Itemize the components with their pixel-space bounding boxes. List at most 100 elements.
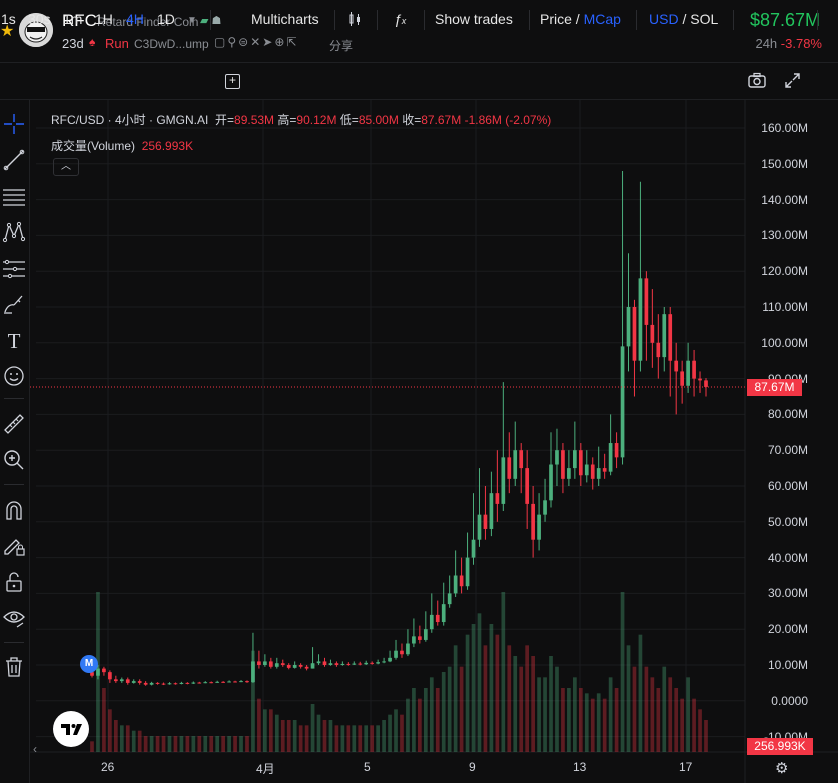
volume-bar	[370, 725, 375, 752]
tradingview-logo[interactable]	[53, 711, 89, 747]
y-tick-label: 100.00M	[761, 335, 808, 350]
candle-body	[680, 371, 685, 386]
search-icon[interactable]: ⚲	[227, 35, 238, 49]
low-value: 85.00M	[358, 113, 399, 127]
x-icon[interactable]: ✕	[250, 35, 262, 49]
volume-bar	[644, 666, 649, 752]
interval-1m[interactable]: 1m	[63, 11, 82, 27]
scroll-left-icon[interactable]: ‹	[33, 742, 37, 756]
unlock-icon[interactable]	[1, 570, 27, 596]
volume-bar	[161, 736, 166, 752]
crosshair-icon[interactable]	[1, 112, 27, 138]
volume-bar	[203, 736, 208, 752]
magnet-icon[interactable]	[1, 498, 27, 524]
contract-address[interactable]: C3DwD...ump	[134, 37, 209, 51]
volume-bar	[358, 725, 363, 752]
usd-option[interactable]: USD	[649, 11, 679, 27]
candle-body	[507, 457, 512, 479]
volume-bar	[113, 720, 118, 752]
price-option[interactable]: Price	[540, 11, 572, 27]
change-period: 24h	[755, 36, 778, 51]
volume-bar	[102, 688, 106, 752]
candle-body	[280, 663, 285, 665]
camera-icon[interactable]	[748, 72, 766, 91]
candle-body	[119, 679, 124, 682]
volume-bar	[376, 725, 380, 752]
fullscreen-icon[interactable]	[785, 73, 800, 91]
candle-body	[662, 314, 667, 358]
y-tick-label: 110.00M	[762, 300, 808, 314]
candle-body	[447, 593, 452, 605]
fib-lines-icon[interactable]	[1, 184, 27, 210]
share-label[interactable]: 分享	[329, 37, 353, 54]
mcap-option[interactable]: MCap	[584, 11, 621, 27]
volume-bar	[257, 698, 261, 752]
collapse-legend-button[interactable]: ︿	[53, 158, 79, 176]
interval-1h[interactable]: 1H	[95, 11, 113, 27]
text-icon[interactable]: T	[1, 328, 27, 354]
currency-toggle[interactable]: USD / SOL	[649, 11, 718, 27]
sol-option[interactable]: SOL	[690, 11, 718, 27]
candle-body	[567, 468, 571, 479]
share-icon[interactable]: ⇱	[286, 35, 298, 49]
volume-bar	[388, 714, 392, 752]
multicharts-icon[interactable]: +	[225, 74, 240, 89]
indicators-icon[interactable]: ƒx	[394, 11, 406, 27]
open-key: 开=	[215, 113, 235, 127]
volume-bar	[119, 725, 124, 752]
low-key: 低=	[339, 113, 359, 127]
migration-marker-icon[interactable]: M	[80, 655, 98, 673]
zoom-in-icon[interactable]	[1, 448, 27, 474]
volume-bar	[209, 736, 214, 752]
volume-bar	[555, 666, 559, 752]
telegram-icon[interactable]: ➤	[262, 35, 274, 49]
candle-body	[477, 514, 482, 540]
trend-line-icon[interactable]	[1, 148, 27, 174]
candle-body	[692, 360, 696, 379]
candle-body	[137, 681, 142, 683]
candle-body	[608, 443, 613, 472]
price-mcap-toggle[interactable]: Price / MCap	[540, 11, 621, 27]
candle-body	[263, 661, 267, 665]
candle-body	[543, 500, 547, 515]
candle-type-icon[interactable]	[347, 11, 363, 30]
show-trades-button[interactable]: Show trades	[435, 11, 513, 27]
social-icon[interactable]: ⊜	[238, 35, 250, 49]
ruler-icon[interactable]	[1, 412, 27, 438]
interval-1d[interactable]: 1D	[157, 11, 175, 27]
pattern-icon[interactable]	[1, 220, 27, 246]
forecast-icon[interactable]	[1, 256, 27, 282]
candle-body	[310, 663, 315, 669]
candle-body	[149, 682, 154, 685]
volume-bar	[537, 677, 541, 752]
eye-icon[interactable]	[1, 606, 27, 632]
multicharts-button[interactable]: Multicharts	[251, 11, 319, 27]
y-tick-label: 140.00M	[761, 192, 808, 207]
settings-gear-icon[interactable]: ⚙	[775, 759, 788, 777]
volume-bar	[274, 714, 279, 752]
copy-icon[interactable]: ▢	[214, 35, 227, 49]
candle-body	[423, 629, 428, 640]
volume-bar	[233, 736, 237, 752]
candle-body	[584, 464, 589, 476]
volume-bar	[334, 725, 339, 752]
interval-dropdown-icon[interactable]: ▼	[187, 15, 197, 26]
trash-icon[interactable]	[1, 655, 27, 681]
volume-bar	[143, 736, 148, 752]
volume-bar	[578, 688, 583, 752]
emoji-icon[interactable]	[1, 364, 27, 390]
interval-30s[interactable]: 30s	[28, 11, 51, 27]
divider	[733, 10, 734, 30]
candlestick-chart[interactable]	[30, 100, 838, 783]
lock-drawing-icon[interactable]	[1, 534, 27, 560]
interval-1s[interactable]: 1s	[1, 11, 16, 27]
volume-bar	[513, 656, 518, 752]
volume-bar	[167, 736, 172, 752]
chart-area[interactable]	[30, 100, 838, 783]
volume-bar	[292, 720, 297, 752]
globe-icon[interactable]: ⊕	[274, 35, 286, 49]
y-tick-label: 0.0000	[771, 693, 808, 708]
interval-4h[interactable]: 4H	[126, 11, 144, 27]
pair-label: RFC/USD · 4小时 · GMGN.AI	[51, 113, 209, 127]
brush-icon[interactable]	[1, 292, 27, 318]
